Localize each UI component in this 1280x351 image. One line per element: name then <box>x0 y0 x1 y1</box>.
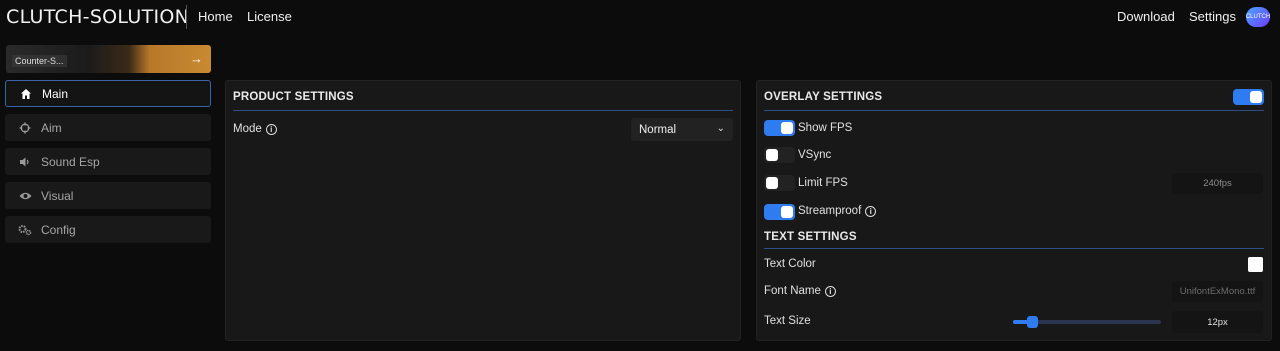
sidebar-item-label: Config <box>41 222 76 237</box>
limit-fps-label: Limit FPS <box>798 177 848 189</box>
limit-fps-input[interactable]: 240fps <box>1172 173 1263 194</box>
font-name-label-text: Font Name <box>764 285 821 297</box>
overlay-settings-title: OVERLAY SETTINGS <box>764 91 883 103</box>
info-icon[interactable]: i <box>865 205 877 217</box>
sidebar-item-label: Main <box>42 86 69 101</box>
text-settings-divider <box>764 248 1264 249</box>
nav-settings-link[interactable]: Settings <box>1189 9 1236 24</box>
streamproof-label: Streamproof i <box>798 205 877 217</box>
streamproof-toggle[interactable] <box>764 204 795 220</box>
sidebar-item-visual[interactable]: Visual <box>5 182 211 209</box>
logo[interactable]: CLUTCH-SOLUTION <box>6 6 189 28</box>
vsync-toggle[interactable] <box>764 147 795 163</box>
text-size-slider-handle[interactable] <box>1027 316 1038 328</box>
nav-license-link[interactable]: License <box>247 9 292 24</box>
overlay-settings-divider <box>764 110 1264 111</box>
mode-label: Mode i <box>233 123 277 135</box>
game-banner[interactable]: Counter-S... → <box>6 45 211 73</box>
toggle-knob <box>781 122 793 134</box>
product-settings-title: PRODUCT SETTINGS <box>233 91 354 103</box>
nav-download-link[interactable]: Download <box>1117 9 1175 24</box>
sidebar-item-aim[interactable]: Aim <box>5 114 211 141</box>
avatar[interactable]: CLUTCH <box>1246 7 1270 27</box>
sidebar-item-label: Aim <box>41 120 62 135</box>
show-fps-label: Show FPS <box>798 122 853 134</box>
text-size-slider[interactable] <box>1013 316 1161 328</box>
text-color-label: Text Color <box>764 258 816 270</box>
sidebar-item-sound-esp[interactable]: Sound Esp <box>5 148 211 175</box>
toggle-knob <box>1250 91 1262 103</box>
mode-select[interactable]: Normal ⌄ <box>631 118 733 141</box>
text-settings-title: TEXT SETTINGS <box>764 231 857 243</box>
crosshair-icon <box>18 122 32 134</box>
sidebar-item-label: Visual <box>41 188 74 203</box>
nav-home-link[interactable]: Home <box>198 9 233 24</box>
sidebar-item-main[interactable]: Main <box>5 80 211 107</box>
eye-icon <box>18 190 32 202</box>
info-icon[interactable]: i <box>824 285 836 297</box>
chevron-down-icon: ⌄ <box>716 123 725 134</box>
home-icon <box>19 88 33 100</box>
font-name-input[interactable]: UnifontExMono.ttf <box>1172 281 1263 302</box>
top-bar: CLUTCH-SOLUTION Home License Download Se… <box>0 0 1280 36</box>
product-settings-divider <box>233 110 733 111</box>
mode-label-text: Mode <box>233 123 262 135</box>
toggle-knob <box>781 206 793 218</box>
game-banner-label: Counter-S... <box>12 55 67 67</box>
info-icon[interactable]: i <box>265 123 277 135</box>
toggle-knob <box>766 177 778 189</box>
mode-select-value: Normal <box>639 123 677 136</box>
logo-divider <box>186 5 187 29</box>
gears-icon <box>18 224 32 236</box>
limit-fps-toggle[interactable] <box>764 175 795 191</box>
text-size-label: Text Size <box>764 315 811 327</box>
arrow-right-icon: → <box>190 51 203 66</box>
toggle-knob <box>766 149 778 161</box>
font-name-label: Font Name i <box>764 285 836 297</box>
sidebar-item-config[interactable]: Config <box>5 216 211 243</box>
text-color-swatch[interactable] <box>1248 257 1263 272</box>
show-fps-toggle[interactable] <box>764 120 795 136</box>
sidebar-item-label: Sound Esp <box>41 154 100 169</box>
speaker-icon <box>18 156 32 168</box>
vsync-label: VSync <box>798 149 832 161</box>
overlay-enable-toggle[interactable] <box>1233 89 1264 105</box>
text-size-value[interactable]: 12px <box>1172 311 1263 333</box>
streamproof-label-text: Streamproof <box>798 205 862 217</box>
